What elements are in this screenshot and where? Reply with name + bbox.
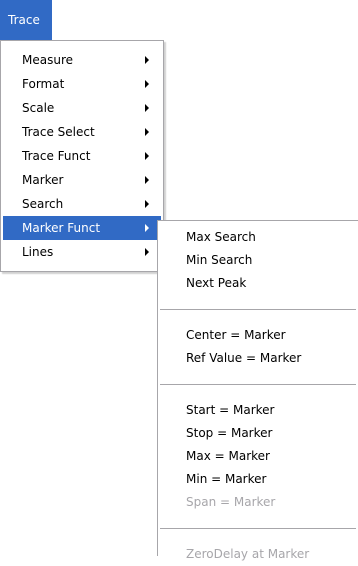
submenu-arrow-icon [145, 128, 149, 136]
trace-dropdown-menu: Measure Format Scale Trace Select Trace … [0, 40, 164, 272]
menu-separator [160, 309, 356, 310]
menu-item-label: Center = Marker [186, 328, 286, 342]
menu-item-label: Min = Marker [186, 472, 267, 486]
menu-item-max-search[interactable]: Max Search [160, 226, 356, 249]
menu-item-label: Next Peak [186, 276, 247, 290]
menu-item-label: Search [22, 197, 64, 211]
submenu-arrow-icon [145, 248, 149, 256]
menu-item-center-marker[interactable]: Center = Marker [160, 324, 356, 347]
menu-item-label: Marker [22, 173, 64, 187]
menu-item-label: Measure [22, 53, 73, 67]
menu-item-start-marker[interactable]: Start = Marker [160, 399, 356, 422]
menu-item-label: Span = Marker [186, 495, 276, 509]
menu-item-marker[interactable]: Marker [3, 168, 161, 192]
submenu-arrow-icon [145, 152, 149, 160]
menu-item-label: Stop = Marker [186, 426, 273, 440]
menu-item-label: Trace Select [22, 125, 95, 139]
menu-item-stop-marker[interactable]: Stop = Marker [160, 422, 356, 445]
menu-trace[interactable]: Trace [0, 0, 52, 40]
menu-item-label: Ref Value = Marker [186, 351, 302, 365]
menu-separator [160, 528, 356, 529]
menu-item-trace-select[interactable]: Trace Select [3, 120, 161, 144]
menu-item-marker-funct[interactable]: Marker Funct [3, 216, 161, 240]
menu-item-label: Min Search [186, 253, 253, 267]
submenu-arrow-icon [145, 80, 149, 88]
submenu-arrow-icon [145, 224, 149, 232]
menu-item-max-marker[interactable]: Max = Marker [160, 445, 356, 468]
menu-separator [160, 384, 356, 385]
menu-item-label: Lines [22, 245, 54, 259]
menu-item-search[interactable]: Search [3, 192, 161, 216]
menu-item-label: Format [22, 77, 65, 91]
menu-item-label: Start = Marker [186, 403, 275, 417]
menu-item-label: Max = Marker [186, 449, 270, 463]
menu-item-label: Max Search [186, 230, 256, 244]
submenu-arrow-icon [145, 176, 149, 184]
menu-item-span-marker: Span = Marker [160, 491, 356, 514]
submenu-arrow-icon [145, 200, 149, 208]
menu-item-lines[interactable]: Lines [3, 240, 161, 264]
menu-item-label: ZeroDelay at Marker [186, 547, 310, 561]
menu-item-scale[interactable]: Scale [3, 96, 161, 120]
menu-item-trace-funct[interactable]: Trace Funct [3, 144, 161, 168]
menu-item-ref-value-marker[interactable]: Ref Value = Marker [160, 347, 356, 370]
menu-item-label: Marker Funct [22, 221, 101, 235]
submenu-arrow-icon [145, 104, 149, 112]
menu-item-min-marker[interactable]: Min = Marker [160, 468, 356, 491]
menu-item-zerodelay-at-marker: ZeroDelay at Marker [160, 543, 356, 566]
menu-item-next-peak[interactable]: Next Peak [160, 272, 356, 295]
submenu-arrow-icon [145, 56, 149, 64]
marker-funct-submenu: Max Search Min Search Next Peak Center =… [157, 220, 358, 561]
menu-item-label: Trace Funct [22, 149, 91, 163]
menu-item-min-search[interactable]: Min Search [160, 249, 356, 272]
menu-trace-label: Trace [8, 13, 40, 27]
menu-item-measure[interactable]: Measure [3, 48, 161, 72]
menu-item-label: Scale [22, 101, 55, 115]
menu-item-format[interactable]: Format [3, 72, 161, 96]
